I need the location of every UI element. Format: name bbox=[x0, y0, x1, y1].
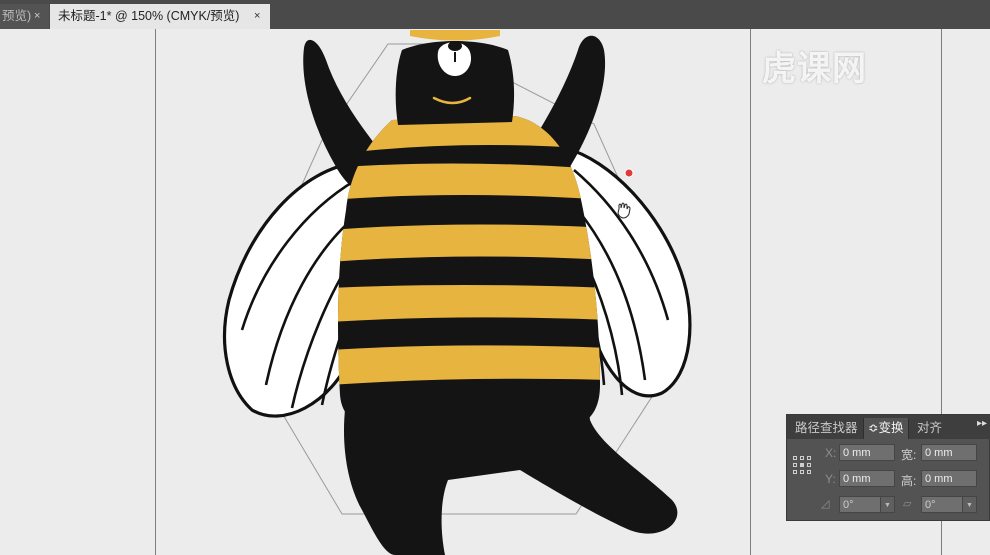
y-field[interactable]: 0 mm bbox=[839, 470, 895, 487]
close-icon[interactable]: × bbox=[34, 4, 40, 29]
width-field[interactable]: 0 mm bbox=[921, 444, 977, 461]
width-label: 宽: bbox=[901, 448, 917, 462]
rotate-dropdown[interactable]: 0° ▼ bbox=[839, 496, 895, 513]
tab-transform-toggle-icon: ≎ bbox=[868, 421, 879, 435]
tab-align[interactable]: 对齐 bbox=[913, 418, 946, 439]
x-label: X: bbox=[825, 446, 837, 460]
tab-previous-document[interactable]: 预览) × bbox=[0, 4, 49, 29]
y-label: Y: bbox=[825, 472, 836, 486]
shear-dropdown[interactable]: 0° ▼ bbox=[921, 496, 977, 513]
torso-shape bbox=[338, 116, 600, 432]
height-label: 高: bbox=[901, 474, 917, 488]
tab-transform[interactable]: ≎变换 bbox=[863, 418, 909, 439]
shear-icon: ▱ bbox=[903, 498, 912, 510]
dropdown-arrow-icon[interactable]: ▼ bbox=[962, 497, 976, 512]
panel-menu-icon[interactable]: ▸▸ bbox=[977, 418, 987, 429]
tab-active-label: 未标题-1* @ 150% (CMYK/预览) bbox=[58, 9, 240, 23]
reference-point-icon[interactable] bbox=[793, 456, 811, 474]
rotate-value: 0° bbox=[843, 499, 854, 511]
dropdown-arrow-icon[interactable]: ▼ bbox=[880, 497, 894, 512]
tab-active-document[interactable]: 未标题-1* @ 150% (CMYK/预览) × bbox=[50, 4, 270, 29]
watermark-text: 虎课网 bbox=[762, 49, 867, 89]
x-field[interactable]: 0 mm bbox=[839, 444, 895, 461]
tab-previous-label: 预览) bbox=[2, 9, 32, 23]
shear-value: 0° bbox=[925, 499, 936, 511]
close-icon[interactable]: × bbox=[254, 4, 260, 29]
head-stripe bbox=[410, 30, 500, 41]
transform-panel: 路径查找器 ≎变换 对齐 ▸▸ X: 0 mm 宽: 0 mm Y: 0 mm … bbox=[786, 414, 990, 521]
rotate-icon: ◿ bbox=[821, 498, 830, 510]
panel-tab-bar: 路径查找器 ≎变换 对齐 ▸▸ bbox=[787, 415, 990, 439]
tab-pathfinder[interactable]: 路径查找器 bbox=[791, 418, 862, 439]
height-field[interactable]: 0 mm bbox=[921, 470, 977, 487]
document-tab-bar: 预览) × 未标题-1* @ 150% (CMYK/预览) × bbox=[0, 0, 990, 29]
anchor-point-marker bbox=[624, 168, 634, 178]
tab-transform-label: 变换 bbox=[878, 421, 904, 435]
